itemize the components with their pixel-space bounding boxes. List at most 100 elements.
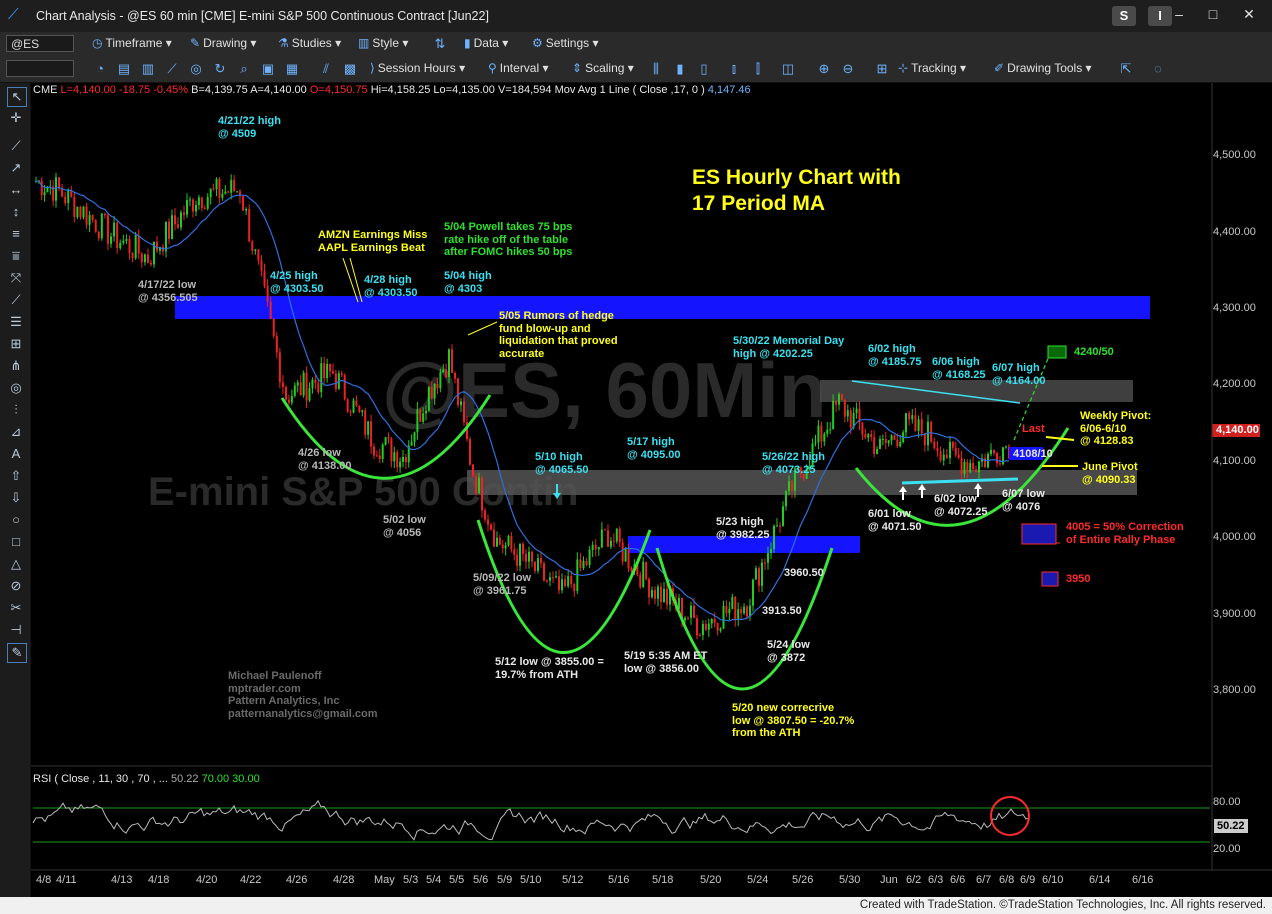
candle-body [773, 525, 775, 549]
date-tick-4-18: 4/18 [148, 874, 170, 886]
candle-body [442, 369, 445, 373]
candle-body [454, 372, 456, 379]
candle-body [597, 547, 600, 550]
annotation-4108: 4108/10 [1013, 448, 1053, 460]
candle-body [740, 609, 743, 614]
candle-body [168, 221, 170, 239]
candle-body [966, 461, 969, 473]
candle-body [701, 623, 704, 636]
candle-body [510, 535, 513, 550]
candle-body [174, 215, 176, 225]
candle-body [734, 596, 737, 620]
candle-body [484, 510, 486, 520]
candle-body [352, 400, 355, 413]
candle-body [100, 213, 103, 239]
annotation-3960: 3960.50 [784, 567, 824, 579]
price-axis-4100: 4,100.00 [1213, 455, 1256, 467]
candle-body [917, 419, 920, 431]
annotation-4-21-high: 4/21/22 high @ 4509 [218, 115, 281, 140]
candle-body [79, 206, 82, 218]
change-percent: -0.45% [153, 84, 189, 96]
candle-body [320, 363, 323, 393]
date-tick-5-6: 5/6 [473, 874, 489, 886]
bid-value: B=4,139.75 [191, 84, 248, 96]
candle-body [326, 363, 329, 379]
candle-body [826, 429, 829, 434]
annotation-4005: 4005 = 50% Correction of Entire Rally Ph… [1066, 521, 1184, 546]
candle-body [838, 394, 840, 405]
candle-body [245, 208, 248, 211]
annotation-4-26-low: 4/26 low @ 4138.00 [298, 447, 352, 472]
candle-body [767, 553, 769, 563]
candle-body [594, 544, 597, 550]
high-value: Hi=4,158.25 [370, 84, 431, 96]
candle-body [817, 425, 820, 443]
candle-body [186, 200, 188, 215]
annotation-5-24-low: 5/24 low @ 3872 [767, 639, 810, 664]
candle-body [402, 456, 404, 462]
candle-body [430, 386, 433, 399]
target-box-4240 [1047, 345, 1067, 359]
exchange-label: CME [33, 84, 58, 96]
open-value: O=4,150.75 [309, 84, 368, 96]
candle-body [843, 399, 846, 417]
annotation-5-19-low: 5/19 5:35 AM ET low @ 3856.00 [624, 650, 708, 675]
candle-body [567, 576, 570, 587]
candle-body [993, 449, 995, 454]
candle-body [624, 549, 627, 562]
candle-body [627, 549, 630, 569]
candle-body [513, 549, 516, 555]
date-tick-4-8: 4/8 [36, 874, 52, 886]
candle-body [893, 435, 896, 440]
candle-body [639, 574, 642, 588]
annotation-5-30-high: 5/30/22 Memorial Day high @ 4202.25 [733, 335, 845, 360]
candle-body [370, 421, 373, 447]
candle-body [728, 608, 731, 614]
candle-body [425, 410, 427, 414]
candle-body [876, 449, 879, 454]
candle-body [504, 545, 507, 549]
candle-body [203, 208, 206, 210]
candle-body [472, 464, 474, 477]
candle-body [684, 617, 686, 621]
annotation-4-28-high: 4/28 high @ 4303.50 [364, 274, 418, 299]
candle-body [340, 373, 343, 376]
candle-body [410, 441, 413, 446]
price-axis-4200: 4,200.00 [1213, 378, 1256, 390]
candle-body [555, 576, 557, 578]
candle-body [76, 206, 79, 218]
candle-body [752, 579, 754, 606]
candle-body [58, 177, 61, 189]
candle-body [537, 558, 539, 571]
rsi-axis-80: 80.00 [1213, 796, 1241, 808]
candle-body [43, 192, 46, 196]
volume-value: V=184,594 [497, 84, 552, 96]
candle-body [439, 372, 442, 389]
annotation-4-25-high: 4/25 high @ 4303.50 [270, 270, 324, 295]
candle-body [660, 586, 662, 602]
candle-body [654, 590, 656, 599]
candle-body [257, 249, 260, 261]
candle-body [534, 561, 536, 571]
candle-body [1005, 446, 1007, 448]
candle-body [704, 623, 707, 630]
candle-body [749, 605, 751, 617]
candle-body [287, 399, 290, 403]
candle-body [582, 561, 585, 569]
candle-body [40, 180, 43, 196]
rsi-ob: 70.00 [201, 773, 230, 785]
candle-body [758, 568, 760, 586]
date-tick-5-18: 5/18 [652, 874, 674, 886]
rsi-value: 50.22 [170, 773, 199, 785]
candle-body [496, 537, 498, 547]
date-tick-6-2: 6/2 [906, 874, 922, 886]
candle-body [908, 413, 911, 420]
candle-body [263, 270, 266, 286]
annotation-3950: 3950 [1066, 573, 1091, 585]
candle-body [122, 240, 125, 243]
price-axis-4300: 4,300.00 [1213, 302, 1256, 314]
candle-body [140, 253, 143, 263]
candle-body [881, 438, 884, 440]
annotation-5-12-low: 5/12 low @ 3855.00 = 19.7% from ATH [495, 656, 604, 681]
candle-body [829, 429, 832, 431]
